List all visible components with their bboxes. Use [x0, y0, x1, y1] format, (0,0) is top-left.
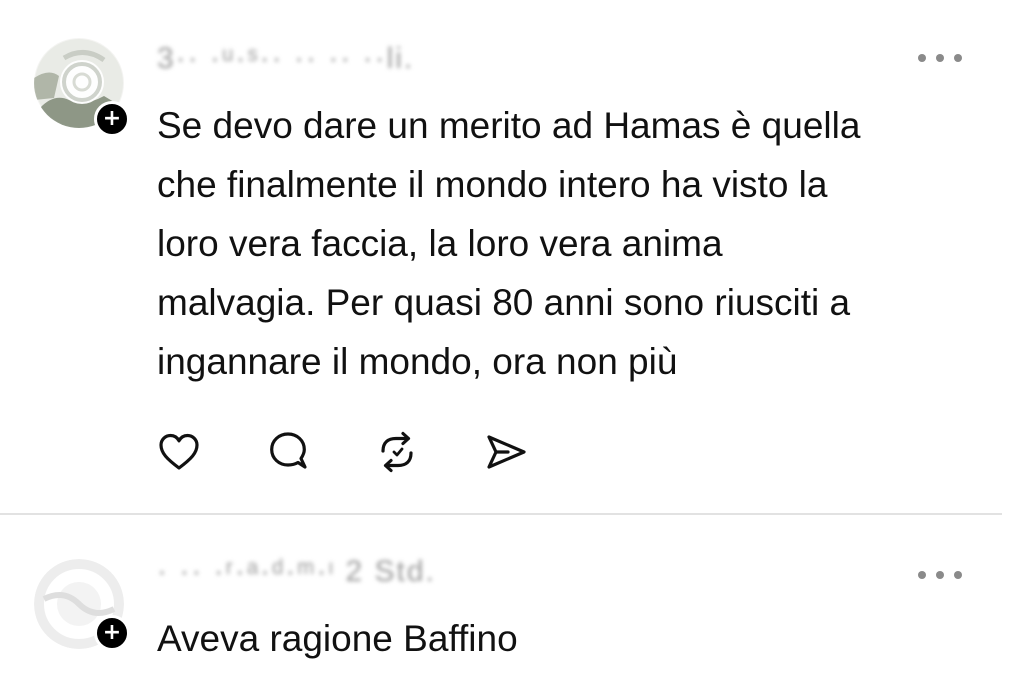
username[interactable]: 3·· ·ᵘ·ˢ·· ·· ·· ··li. — [157, 42, 414, 76]
dot-icon — [954, 54, 962, 62]
heart-icon — [159, 433, 199, 470]
share-icon — [487, 435, 526, 469]
comment-icon — [270, 432, 307, 469]
repost-button[interactable] — [373, 428, 421, 476]
comment-button[interactable] — [264, 428, 312, 476]
follow-badge[interactable]: + — [94, 615, 130, 651]
post: + 3·· ·ᵘ·ˢ·· ·· ·· ··li. Se devo dare un… — [0, 0, 1024, 515]
post-text: Aveva ragione Baffino — [157, 618, 518, 659]
repost-icon — [381, 431, 413, 473]
post: + · ·· ·ʳ·ᵃ·ᵈ·ᵐ·ᶦ 2 Std. Aveva ragione B… — [0, 515, 1024, 694]
share-button[interactable] — [482, 428, 530, 476]
dot-icon — [936, 571, 944, 579]
thread-feed: + 3·· ·ᵘ·ˢ·· ·· ·· ··li. Se devo dare un… — [0, 0, 1024, 694]
dot-icon — [918, 571, 926, 579]
more-options-button[interactable] — [918, 48, 962, 68]
action-bar — [155, 428, 591, 476]
post-text: Se devo dare un merito ad Hamas è quella… — [157, 105, 861, 382]
more-options-button[interactable] — [918, 565, 962, 585]
like-button[interactable] — [155, 428, 203, 476]
dot-icon — [936, 54, 944, 62]
username[interactable]: · ·· ·ʳ·ᵃ·ᵈ·ᵐ·ᶦ 2 Std. — [157, 555, 436, 589]
follow-badge[interactable]: + — [94, 101, 130, 137]
dot-icon — [954, 571, 962, 579]
dot-icon — [918, 54, 926, 62]
